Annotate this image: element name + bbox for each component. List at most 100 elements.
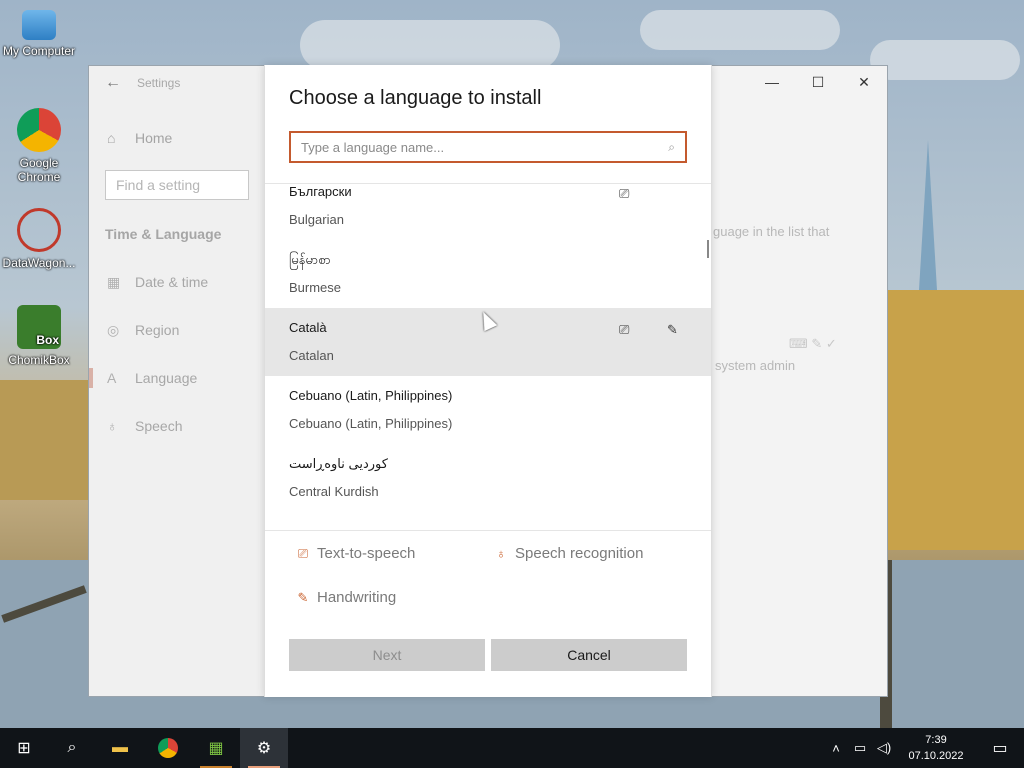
sidebar-section-title: Time & Language: [105, 226, 222, 242]
window-controls: — ☐ ✕: [749, 66, 887, 98]
settings-title: Settings: [137, 76, 181, 90]
settings-titlebar: ← Settings: [89, 66, 265, 100]
settings-search-input[interactable]: Find a setting: [105, 170, 249, 200]
language-item-bulgarian[interactable]: Български Bulgarian ⎚: [265, 184, 711, 240]
language-item-central-kurdish[interactable]: کوردیی ناوەڕاست Central Kurdish: [265, 444, 711, 512]
taskbar-file-explorer[interactable]: ▬: [96, 728, 144, 768]
feature-label: Text-to-speech: [317, 545, 416, 562]
language-native-name: Cebuano (Latin, Philippines): [289, 388, 453, 403]
wallpaper-cloud: [300, 20, 560, 70]
desktop-icon-datawagon[interactable]: DataWagon...: [0, 208, 78, 270]
notification-icon[interactable]: ▭: [976, 738, 1024, 758]
language-english-name: Catalan: [289, 348, 334, 363]
minimize-button[interactable]: —: [749, 66, 795, 98]
feature-text-to-speech: ⎚ Text-to-speech: [289, 545, 416, 562]
datawagon-icon: [17, 208, 61, 252]
language-search-input[interactable]: [301, 139, 669, 155]
background-description-text: guage in the list that: [713, 224, 830, 239]
next-button[interactable]: Next: [289, 639, 485, 671]
sidebar-item-label: Language: [135, 370, 198, 386]
chevron-up-icon[interactable]: ˄: [824, 741, 848, 756]
feature-speech-recognition: ♁ Speech recognition: [487, 545, 643, 562]
sidebar-item-home[interactable]: ⌂ Home: [89, 118, 265, 158]
language-search-box[interactable]: ⌕: [289, 131, 687, 163]
desktop-icon-label: Google Chrome: [17, 156, 61, 184]
background-feature-icons: ⌨ ✎ ✓: [789, 336, 837, 351]
search-icon: ⌕: [67, 739, 77, 756]
taskbar-chrome[interactable]: [144, 728, 192, 768]
sidebar-item-date-time[interactable]: ▦ Date & time: [89, 258, 265, 306]
taskbar-store[interactable]: ▦: [192, 728, 240, 768]
desktop-icon-label: ChomikBox: [8, 353, 70, 367]
wallpaper-buildings: [888, 290, 1024, 550]
maximize-button[interactable]: ☐: [795, 66, 841, 98]
taskbar: ⊞ ⌕ ▬ ▦ ⚙ ˄ ▭ ◁) 7:39 07.10.2022 ▭: [0, 728, 1024, 768]
wallpaper-cloud: [870, 40, 1020, 80]
folder-icon: ▬: [112, 739, 128, 756]
search-icon: ⌕: [668, 139, 675, 154]
home-icon: ⌂: [107, 130, 116, 146]
language-english-name: Cebuano (Latin, Philippines): [289, 416, 453, 431]
clock-time: 7:39: [925, 734, 947, 746]
language-english-name: Burmese: [289, 280, 342, 295]
text-to-speech-icon: ⎚: [297, 545, 309, 561]
desktop-icon-chomikbox[interactable]: Box ChomikBox: [0, 305, 78, 367]
dialog-title: Choose a language to install: [289, 87, 542, 109]
sidebar-item-label: Date & time: [135, 274, 209, 290]
language-english-name: Bulgarian: [289, 212, 344, 227]
gear-icon: ⚙: [256, 740, 272, 757]
feature-label: Handwriting: [317, 589, 397, 606]
wallpaper-buildings: [0, 380, 88, 500]
desktop-icon-my-computer[interactable]: My Computer: [0, 10, 78, 58]
microphone-icon: ♁: [107, 418, 118, 434]
cancel-button[interactable]: Cancel: [491, 639, 687, 671]
language-item-burmese[interactable]: မြန်မာစာ Burmese: [265, 240, 711, 308]
language-native-name: کوردیی ناوەڕاست: [289, 456, 388, 471]
handwriting-icon: ✎: [667, 322, 678, 337]
calendar-icon: ▦: [107, 273, 121, 290]
taskbar-clock[interactable]: 7:39 07.10.2022: [896, 732, 976, 764]
language-native-name: မြန်မာစာ: [289, 252, 331, 267]
start-button[interactable]: ⊞: [0, 728, 48, 768]
chrome-icon: [158, 738, 178, 758]
text-to-speech-icon: ⎚: [619, 186, 630, 201]
language-native-name: Български: [289, 184, 352, 199]
desktop-icon-label: DataWagon...: [2, 256, 76, 270]
sidebar-item-language[interactable]: A Language: [89, 354, 265, 402]
globe-icon: ◎: [107, 321, 120, 338]
chomikbox-icon: Box: [17, 305, 61, 349]
settings-sidebar: ← Settings ⌂ Home Find a setting Time & …: [89, 66, 265, 696]
sidebar-item-label: Region: [135, 322, 180, 338]
sidebar-item-speech[interactable]: ♁ Speech: [89, 402, 265, 450]
language-native-name: Català: [289, 320, 327, 335]
windows-icon: ⊞: [17, 740, 31, 757]
handwriting-icon: ✎: [297, 589, 309, 605]
language-list[interactable]: Български Bulgarian ⎚ မြန်မာစာ Burmese C…: [265, 183, 711, 531]
background-admin-text: r system admin: [707, 358, 796, 373]
sidebar-item-label: Speech: [135, 418, 183, 434]
language-icon: A: [107, 370, 117, 386]
feature-handwriting: ✎ Handwriting: [289, 589, 397, 606]
sidebar-item-label: Home: [135, 130, 173, 146]
microphone-icon: ♁: [496, 546, 506, 561]
taskbar-settings[interactable]: ⚙: [240, 728, 288, 768]
computer-icon: [22, 10, 56, 40]
volume-icon[interactable]: ◁): [872, 740, 896, 756]
text-to-speech-icon: ⎚: [619, 322, 630, 337]
back-arrow-icon[interactable]: ←: [89, 74, 137, 92]
clock-date: 07.10.2022: [908, 750, 964, 762]
chrome-icon: [17, 108, 61, 152]
system-tray: ˄ ▭ ◁) 7:39 07.10.2022 ▭: [824, 728, 1024, 768]
language-english-name: Central Kurdish: [289, 484, 379, 499]
sidebar-item-region[interactable]: ◎ Region: [89, 306, 265, 354]
network-icon[interactable]: ▭: [848, 740, 872, 756]
store-icon: ▦: [208, 740, 224, 757]
chomikbox-badge: Box: [36, 333, 59, 347]
list-scrollbar[interactable]: [707, 240, 709, 258]
desktop-icon-chrome[interactable]: Google Chrome: [0, 108, 78, 184]
taskbar-search-button[interactable]: ⌕: [48, 728, 96, 768]
feature-label: Speech recognition: [515, 545, 644, 562]
desktop-icon-label: My Computer: [2, 44, 76, 58]
close-button[interactable]: ✕: [841, 66, 887, 98]
language-item-cebuano[interactable]: Cebuano (Latin, Philippines) Cebuano (La…: [265, 376, 711, 444]
